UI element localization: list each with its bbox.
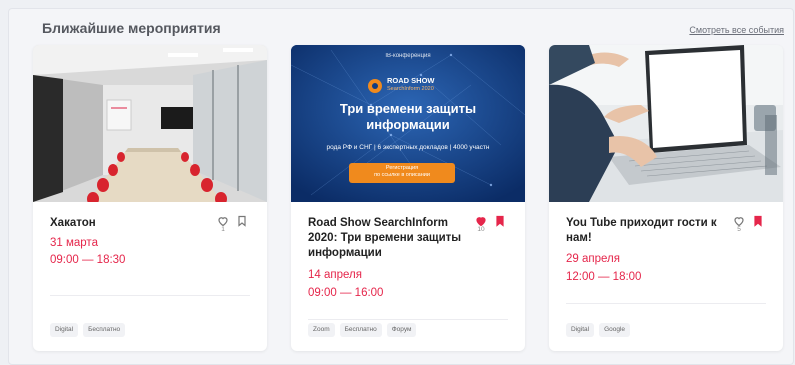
event-image-conference-room xyxy=(33,45,267,202)
banner-kicker: IB-конференция xyxy=(385,53,431,59)
like-count: 5 xyxy=(737,226,741,233)
divider xyxy=(308,319,508,320)
event-actions: 1 xyxy=(217,214,249,240)
heart-icon[interactable] xyxy=(217,214,229,227)
event-time: 12:00 — 18:00 xyxy=(566,271,642,283)
tag[interactable]: Бесплатно xyxy=(83,323,126,337)
heart-icon[interactable] xyxy=(475,214,487,227)
banner-subline: рода РФ и СНГ | 6 экспертных докладов | … xyxy=(326,144,490,151)
bookmark-icon[interactable] xyxy=(236,214,248,227)
divider xyxy=(50,295,250,296)
event-date: 29 апреля xyxy=(566,253,620,265)
tag[interactable]: Форум xyxy=(386,323,417,337)
event-title[interactable]: You Tube приходит гости к нам! xyxy=(566,216,726,246)
section-title: Ближайшие мероприятия xyxy=(42,20,221,36)
event-date: 31 марта xyxy=(50,237,98,249)
event-card[interactable]: IB-конференция ROAD SHOW SearchInform 20… xyxy=(291,45,525,351)
event-card-body: You Tube приходит гости к нам! 29 апреля… xyxy=(549,202,783,351)
event-date: 14 апреля xyxy=(308,269,362,281)
tag[interactable]: Бесплатно xyxy=(339,323,382,337)
banner-cta-line1: Регистрация xyxy=(385,165,419,171)
event-card[interactable]: Хакатон 31 марта 09:00 — 18:30 1 Digital… xyxy=(33,45,267,351)
banner-brand-line1: ROAD SHOW xyxy=(387,76,435,85)
view-all-events-link[interactable]: Смотреть все события xyxy=(689,25,784,35)
event-actions: 10 xyxy=(475,214,507,240)
event-card[interactable]: You Tube приходит гости к нам! 29 апреля… xyxy=(549,45,783,351)
event-card-body: Road Show SearchInform 2020: Три времени… xyxy=(291,202,525,351)
heart-icon[interactable] xyxy=(733,214,745,227)
event-title[interactable]: Road Show SearchInform 2020: Три времени… xyxy=(308,216,468,261)
bookmark-icon[interactable] xyxy=(752,214,764,227)
event-tags: Zoom Бесплатно Форум xyxy=(308,323,417,337)
event-card-body: Хакатон 31 марта 09:00 — 18:30 1 Digital… xyxy=(33,202,267,351)
event-actions: 5 xyxy=(733,214,765,240)
event-image-laptop xyxy=(549,45,783,202)
event-tags: Digital Google xyxy=(566,323,631,337)
event-time: 09:00 — 18:30 xyxy=(50,254,126,266)
like-count: 1 xyxy=(221,226,225,233)
banner-headline-line2: информации xyxy=(366,117,450,132)
banner-cta-line2: по ссылке в описании xyxy=(374,172,430,178)
event-tags: Digital Бесплатно xyxy=(50,323,126,337)
banner-headline: Три времени защиты информации xyxy=(291,101,525,133)
banner-brand-line2: SearchInform 2020 xyxy=(387,86,434,92)
tag[interactable]: Digital xyxy=(50,323,79,337)
banner-register-button[interactable]: Регистрация по ссылке в описании xyxy=(349,165,455,179)
tag[interactable]: Google xyxy=(599,323,631,337)
event-time: 09:00 — 16:00 xyxy=(308,287,384,299)
tag[interactable]: Zoom xyxy=(308,323,335,337)
tag[interactable]: Digital xyxy=(566,323,595,337)
banner-headline-line1: Три времени защиты xyxy=(339,101,477,116)
event-banner-road-show: IB-конференция ROAD SHOW SearchInform 20… xyxy=(291,45,525,202)
event-title[interactable]: Хакатон xyxy=(50,216,210,231)
divider xyxy=(566,303,766,304)
bookmark-icon[interactable] xyxy=(494,214,506,227)
like-count: 10 xyxy=(477,226,485,233)
banner-brand: ROAD SHOW SearchInform 2020 xyxy=(387,77,435,93)
